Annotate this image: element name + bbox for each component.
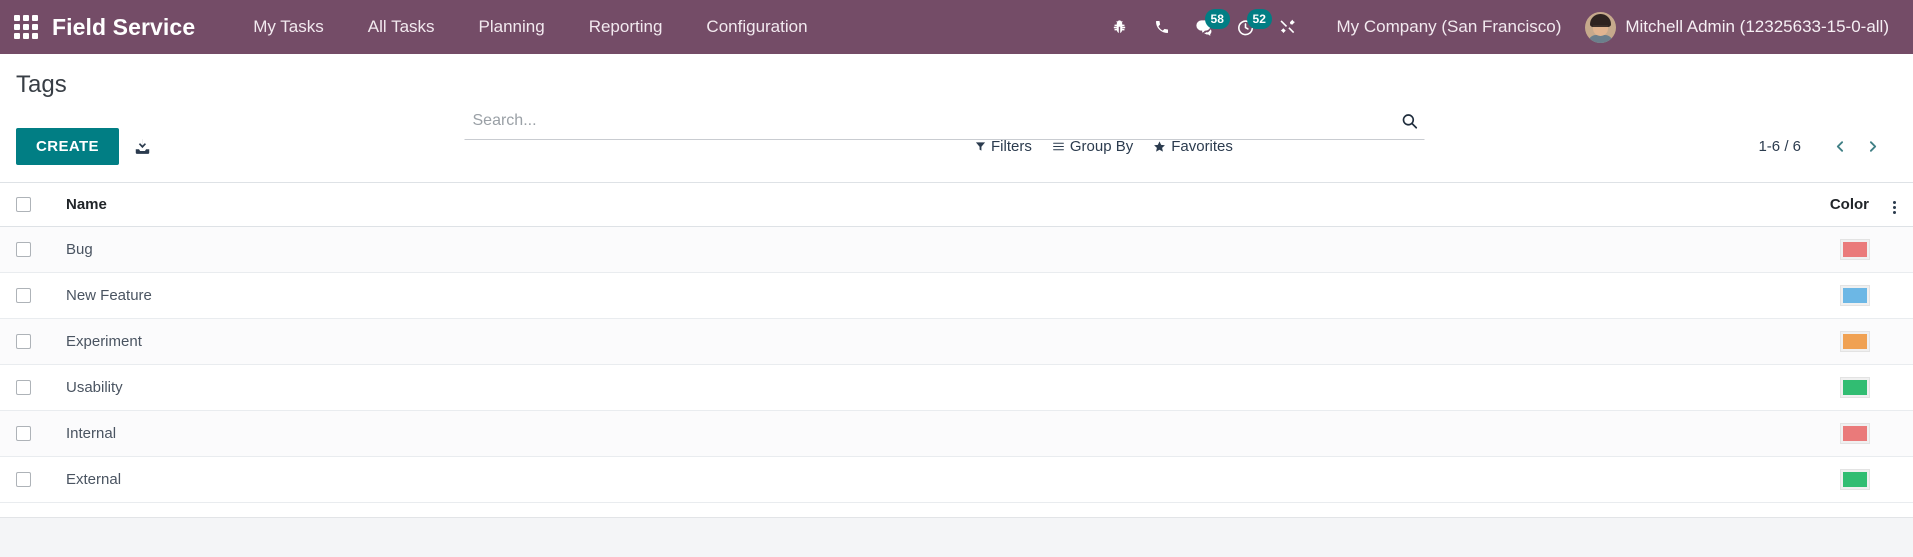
tools-wrench-icon[interactable] <box>1267 7 1309 47</box>
row-name-cell: Experiment <box>52 318 1755 365</box>
row-spacer-cell <box>1875 456 1913 503</box>
list-view: Name Color Bug New Feature Experiment Us… <box>0 183 1913 557</box>
column-header-name[interactable]: Name <box>52 183 1755 227</box>
filters-label: Filters <box>991 138 1032 155</box>
table-row[interactable]: Usability <box>0 364 1913 411</box>
row-select-cell <box>0 272 52 319</box>
row-checkbox[interactable] <box>16 426 31 442</box>
app-brand-title[interactable]: Field Service <box>52 14 195 41</box>
row-checkbox[interactable] <box>16 472 31 488</box>
row-select-cell <box>0 318 52 365</box>
phone-icon[interactable] <box>1141 7 1183 47</box>
table-body: Bug New Feature Experiment Usability Int… <box>0 226 1913 503</box>
menu-item-configuration[interactable]: Configuration <box>684 9 829 45</box>
avatar <box>1585 11 1617 43</box>
row-select-cell <box>0 364 52 411</box>
menu-item-all-tasks[interactable]: All Tasks <box>346 9 457 45</box>
row-name-cell: Bug <box>52 226 1755 273</box>
color-swatch[interactable] <box>1840 376 1870 398</box>
select-all-header <box>0 183 52 227</box>
row-checkbox[interactable] <box>16 288 31 304</box>
page-title: Tags <box>16 71 67 98</box>
column-header-color[interactable]: Color <box>1755 183 1875 227</box>
table-row[interactable]: New Feature <box>0 272 1913 319</box>
row-select-cell <box>0 456 52 503</box>
company-switcher[interactable]: My Company (San Francisco) <box>1323 9 1576 45</box>
row-color-cell <box>1755 364 1875 411</box>
table-row[interactable]: Internal <box>0 410 1913 457</box>
favorites-label: Favorites <box>1171 138 1233 155</box>
activities-clock-icon[interactable]: 52 <box>1225 7 1272 47</box>
top-navbar: Field Service My Tasks All Tasks Plannin… <box>0 0 1913 54</box>
row-spacer-cell <box>1875 364 1913 411</box>
control-panel-top-row: Tags <box>0 54 1913 98</box>
create-button[interactable]: CREATE <box>16 128 119 165</box>
user-name-label: Mitchell Admin (12325633-15-0-all) <box>1625 17 1889 36</box>
color-swatch[interactable] <box>1840 238 1870 260</box>
user-menu[interactable]: Mitchell Admin (12325633-15-0-all) <box>1575 6 1893 49</box>
import-download-icon[interactable] <box>133 137 152 156</box>
row-checkbox[interactable] <box>16 242 31 258</box>
row-select-cell <box>0 410 52 457</box>
table-row[interactable]: Experiment <box>0 318 1913 365</box>
table-row[interactable]: External <box>0 456 1913 503</box>
navbar-right-section: 58 52 My Company (San Francisco) Mitchel… <box>1099 6 1893 49</box>
row-checkbox[interactable] <box>16 380 31 396</box>
filters-button[interactable]: Filters <box>975 138 1032 155</box>
row-checkbox[interactable] <box>16 334 31 350</box>
pager-next-button[interactable] <box>1857 132 1887 162</box>
row-color-cell <box>1755 272 1875 319</box>
star-icon <box>1154 141 1166 152</box>
apps-grid-icon[interactable] <box>10 11 42 43</box>
group-by-button[interactable]: Group By <box>1052 138 1133 155</box>
group-by-label: Group By <box>1069 138 1134 155</box>
row-spacer-cell <box>1875 226 1913 273</box>
row-spacer-cell <box>1875 410 1913 457</box>
bug-icon[interactable] <box>1099 7 1141 47</box>
favorites-button[interactable]: Favorites <box>1153 138 1233 155</box>
table-header-row: Name Color <box>0 183 1913 227</box>
list-footer-area <box>0 517 1913 557</box>
pager-previous-button[interactable] <box>1825 132 1855 162</box>
main-menu: My Tasks All Tasks Planning Reporting Co… <box>231 9 829 45</box>
row-name-cell: New Feature <box>52 272 1755 319</box>
row-color-cell <box>1755 456 1875 503</box>
row-color-cell <box>1755 226 1875 273</box>
color-swatch[interactable] <box>1840 422 1870 444</box>
search-options-group: Filters Group By Favorites <box>975 138 1233 155</box>
pager-range: 1-6 / 6 <box>1758 138 1801 155</box>
menu-item-planning[interactable]: Planning <box>457 9 567 45</box>
color-swatch[interactable] <box>1840 330 1870 352</box>
control-panel: Tags CREATE Filte <box>0 54 1913 183</box>
row-spacer-cell <box>1875 272 1913 319</box>
table-header: Name Color <box>0 183 1913 227</box>
row-spacer-cell <box>1875 318 1913 365</box>
color-swatch[interactable] <box>1840 284 1870 306</box>
list-lines-icon <box>1052 142 1064 151</box>
row-name-cell: Internal <box>52 410 1755 457</box>
menu-item-reporting[interactable]: Reporting <box>567 9 685 45</box>
table-row[interactable]: Bug <box>0 226 1913 273</box>
row-color-cell <box>1755 318 1875 365</box>
color-swatch[interactable] <box>1840 468 1870 490</box>
row-select-cell <box>0 226 52 273</box>
select-all-checkbox[interactable] <box>16 197 31 213</box>
messages-icon[interactable]: 58 <box>1183 7 1230 47</box>
row-name-cell: Usability <box>52 364 1755 411</box>
kebab-menu-icon[interactable] <box>1885 197 1904 218</box>
control-panel-bottom-row: CREATE Filters Group By Favorites 1-6 / … <box>0 128 1913 165</box>
pager: 1-6 / 6 <box>1758 132 1891 162</box>
optional-columns-header <box>1875 183 1913 227</box>
funnel-icon <box>975 142 986 151</box>
menu-item-my-tasks[interactable]: My Tasks <box>231 9 346 45</box>
row-name-cell: External <box>52 456 1755 503</box>
tags-table: Name Color Bug New Feature Experiment Us… <box>0 183 1913 503</box>
row-color-cell <box>1755 410 1875 457</box>
